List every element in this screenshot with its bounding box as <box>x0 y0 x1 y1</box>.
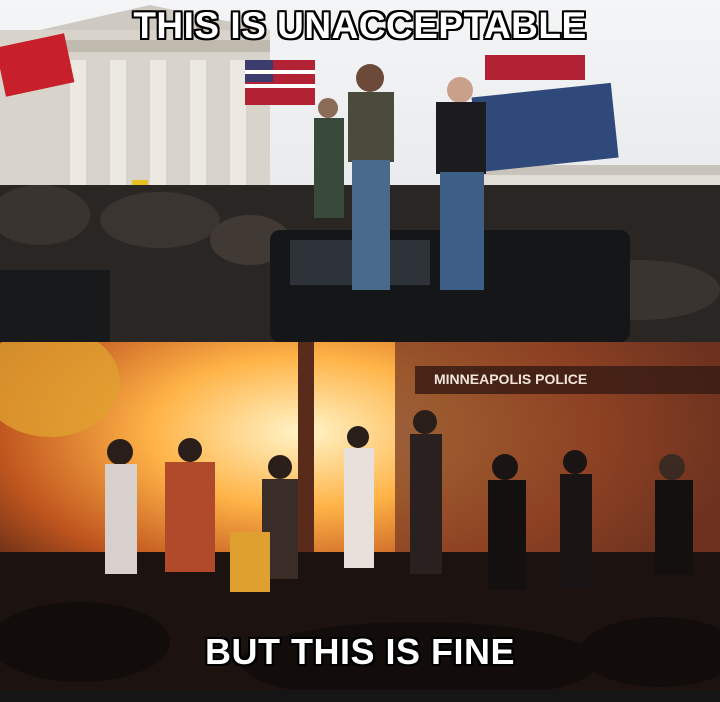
top-panel-photo <box>0 0 720 342</box>
bottom-caption: BUT THIS IS FINE <box>204 631 515 672</box>
bottom-border <box>0 690 720 702</box>
meme-image: MINNEAPOLIS POLICE THIS IS UNACCEPTABLE … <box>0 0 720 702</box>
minneapolis-police-sign: MINNEAPOLIS POLICE <box>434 371 588 387</box>
pole <box>298 342 314 582</box>
top-caption: THIS IS UNACCEPTABLE <box>133 5 587 46</box>
capitol-crowd-illustration <box>0 0 720 342</box>
